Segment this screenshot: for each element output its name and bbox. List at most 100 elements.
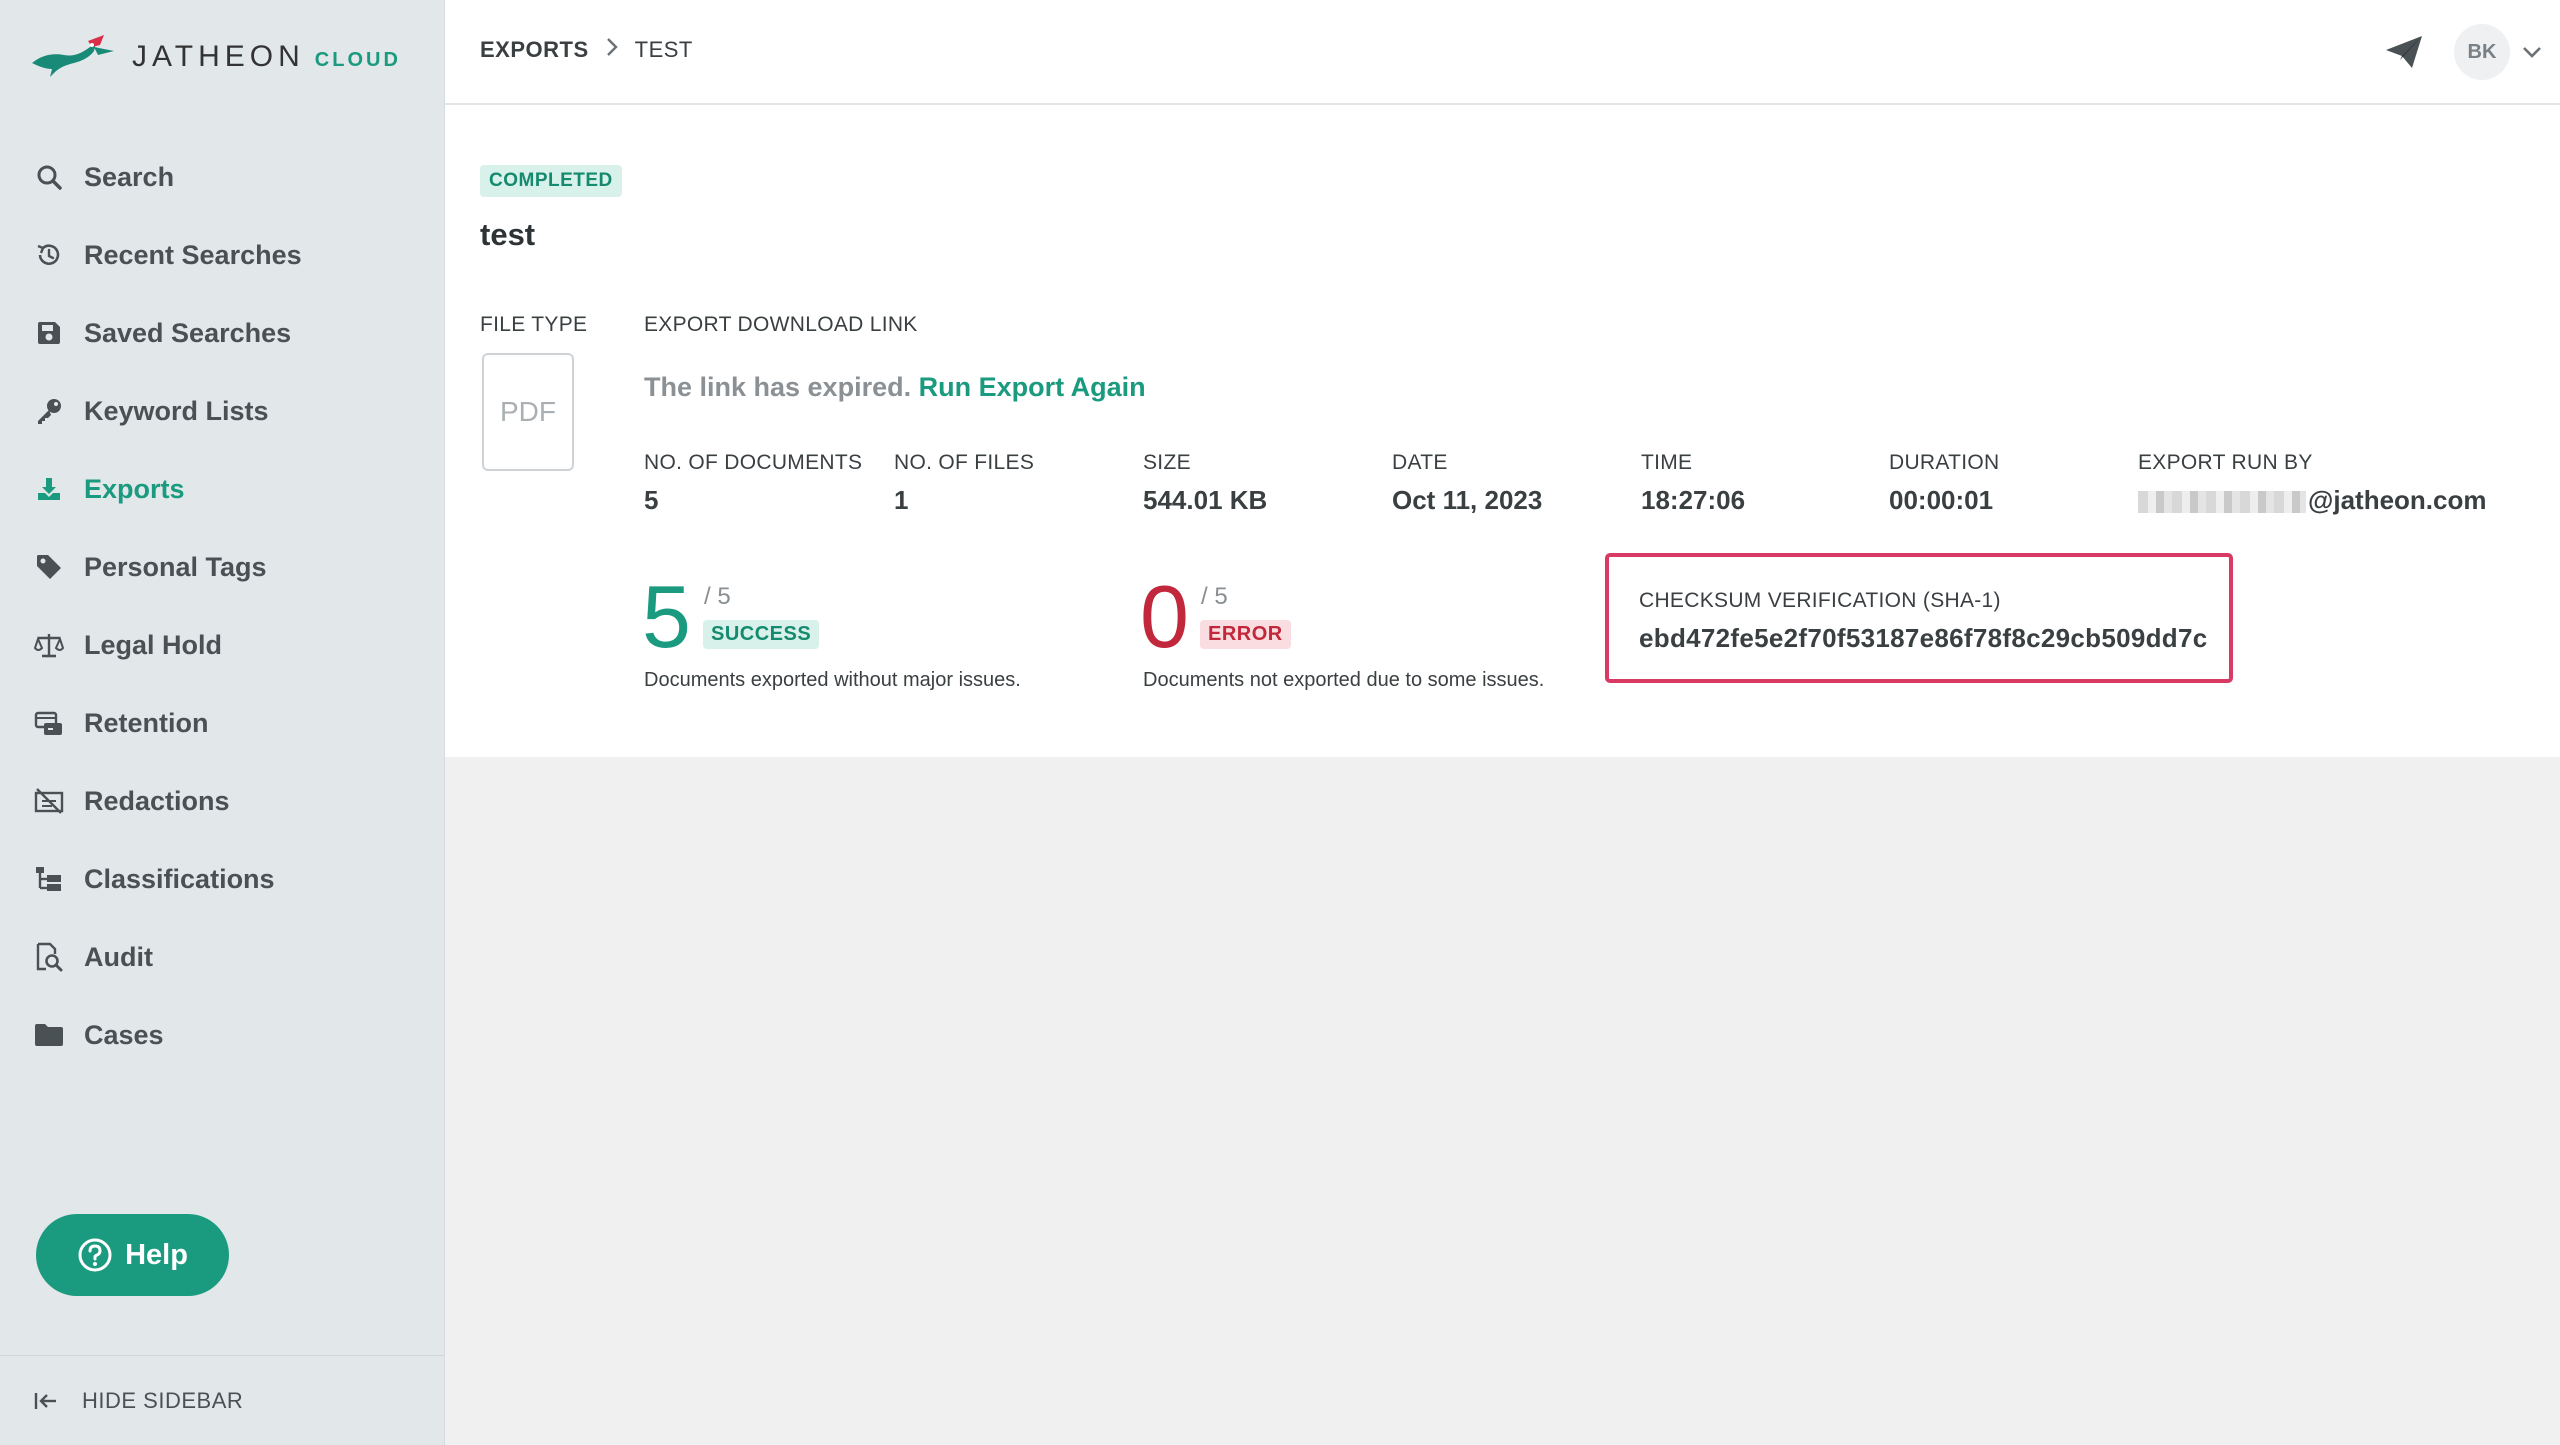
hide-sidebar-label: HIDE SIDEBAR xyxy=(82,1387,244,1413)
error-description: Documents not exported due to some issue… xyxy=(1143,669,1545,691)
export-detail-panel: COMPLETED test FILE TYPE PDF EXPORT DOWN… xyxy=(445,105,2560,757)
sidebar-item-saved-searches[interactable]: Saved Searches xyxy=(0,294,444,372)
key-icon xyxy=(34,396,64,426)
stat-duration: DURATION 00:00:01 xyxy=(1889,451,2000,516)
sidebar-item-search[interactable]: Search xyxy=(0,138,444,216)
avatar[interactable]: BK xyxy=(2454,24,2510,80)
error-badge: ERROR xyxy=(1200,620,1291,649)
chevron-right-icon xyxy=(605,36,619,64)
stat-value: 00:00:01 xyxy=(1889,485,1994,515)
redacted-email-user xyxy=(2138,491,2306,514)
breadcrumb: EXPORTS TEST xyxy=(480,36,693,64)
brand-suffix: CLOUD xyxy=(314,49,401,71)
retention-icon xyxy=(34,708,64,738)
hide-sidebar-button[interactable]: HIDE SIDEBAR xyxy=(0,1355,444,1445)
sidebar-item-exports[interactable]: Exports xyxy=(0,450,444,528)
link-expired-text: The link has expired. xyxy=(644,372,912,402)
top-header: EXPORTS TEST BK xyxy=(445,0,2560,105)
chevron-down-icon[interactable] xyxy=(2522,45,2542,59)
stat-value-run-by: @jatheon.com xyxy=(2138,485,2486,516)
sidebar-item-label: Exports xyxy=(84,473,185,504)
checksum-label: CHECKSUM VERIFICATION (SHA-1) xyxy=(1639,589,2001,612)
page-title: test xyxy=(480,217,536,252)
stat-run-by: EXPORT RUN BY @jatheon.com xyxy=(2138,451,2486,516)
stat-time: TIME 18:27:06 xyxy=(1641,451,1745,516)
sidebar-item-cases[interactable]: Cases xyxy=(0,996,444,1074)
header-actions: BK xyxy=(2384,24,2542,80)
stat-label: TIME xyxy=(1641,451,1693,474)
sidebar: JATHEON CLOUD Search Recent Searches Save… xyxy=(0,0,445,1445)
sidebar-item-legal-hold[interactable]: Legal Hold xyxy=(0,606,444,684)
sidebar-item-redactions[interactable]: Redactions xyxy=(0,762,444,840)
sidebar-item-label: Retention xyxy=(84,707,209,738)
breadcrumb-current: TEST xyxy=(634,37,693,62)
brand-logo[interactable]: JATHEON CLOUD xyxy=(30,30,401,84)
checksum-highlight-box: CHECKSUM VERIFICATION (SHA-1) ebd472fe5e… xyxy=(1605,553,2233,683)
sidebar-item-label: Keyword Lists xyxy=(84,395,269,426)
stat-value: 18:27:06 xyxy=(1641,485,1746,515)
sidebar-item-audit[interactable]: Audit xyxy=(0,918,444,996)
stat-label: NO. OF DOCUMENTS xyxy=(644,451,863,474)
app-root: JATHEON CLOUD Search Recent Searches Save… xyxy=(0,0,2560,1445)
stat-value: 5 xyxy=(644,485,659,515)
stat-label: NO. OF FILES xyxy=(894,451,1035,474)
success-count: 5 xyxy=(642,567,691,666)
classification-icon xyxy=(34,864,64,894)
sidebar-item-personal-tags[interactable]: Personal Tags xyxy=(0,528,444,606)
history-icon xyxy=(34,240,64,270)
help-label: Help xyxy=(125,1238,188,1271)
stat-documents: NO. OF DOCUMENTS 5 xyxy=(644,451,862,516)
sidebar-nav: Search Recent Searches Saved Searches Ke… xyxy=(0,138,444,1074)
folder-icon xyxy=(34,1020,64,1050)
help-button[interactable]: Help xyxy=(36,1214,229,1296)
floppy-disk-icon xyxy=(34,318,64,348)
sidebar-item-label: Audit xyxy=(84,941,153,972)
question-circle-icon xyxy=(78,1238,112,1272)
sidebar-item-label: Saved Searches xyxy=(84,317,292,348)
sidebar-item-label: Search xyxy=(84,161,175,192)
sidebar-item-label: Legal Hold xyxy=(84,629,223,660)
stat-value: 544.01 KB xyxy=(1143,485,1268,515)
stat-value: 1 xyxy=(894,485,909,515)
checksum-value: ebd472fe5e2f70f53187e86f78f8c29cb509dd7c xyxy=(1639,623,2208,653)
sidebar-item-label: Redactions xyxy=(84,785,230,816)
download-link-status: The link has expired. Run Export Again xyxy=(644,372,1146,403)
stat-label: EXPORT RUN BY xyxy=(2138,451,2313,474)
stat-label: DATE xyxy=(1392,451,1448,474)
sidebar-item-label: Classifications xyxy=(84,863,275,894)
file-type-value: PDF xyxy=(500,396,556,427)
sidebar-item-keyword-lists[interactable]: Keyword Lists xyxy=(0,372,444,450)
download-icon xyxy=(34,474,64,504)
audit-icon xyxy=(34,942,64,972)
redaction-icon xyxy=(34,786,64,816)
send-icon[interactable] xyxy=(2384,34,2424,70)
success-badge: SUCCESS xyxy=(703,620,820,649)
sidebar-item-classifications[interactable]: Classifications xyxy=(0,840,444,918)
stat-files: NO. OF FILES 1 xyxy=(894,451,1034,516)
sidebar-item-label: Cases xyxy=(84,1019,164,1050)
success-total: / 5 xyxy=(704,583,731,610)
brand-name: JATHEON CLOUD xyxy=(132,40,401,73)
breadcrumb-exports[interactable]: EXPORTS xyxy=(480,37,589,63)
error-total: / 5 xyxy=(1201,583,1228,610)
file-type-label: FILE TYPE xyxy=(480,313,588,336)
stat-label: DURATION xyxy=(1889,451,2000,474)
sidebar-item-label: Recent Searches xyxy=(84,239,302,270)
tag-icon xyxy=(34,552,64,582)
stat-date: DATE Oct 11, 2023 xyxy=(1392,451,1542,516)
sidebar-item-retention[interactable]: Retention xyxy=(0,684,444,762)
sidebar-item-recent-searches[interactable]: Recent Searches xyxy=(0,216,444,294)
run-export-again-link[interactable]: Run Export Again xyxy=(919,372,1146,402)
stat-value: Oct 11, 2023 xyxy=(1392,485,1543,515)
status-badge: COMPLETED xyxy=(480,165,622,197)
scales-icon xyxy=(34,630,64,660)
download-link-label: EXPORT DOWNLOAD LINK xyxy=(644,313,918,336)
search-icon xyxy=(34,162,64,192)
collapse-left-icon xyxy=(34,1392,56,1409)
file-type-pdf-icon: PDF xyxy=(482,353,574,471)
stat-label: SIZE xyxy=(1143,451,1191,474)
stat-size: SIZE 544.01 KB xyxy=(1143,451,1267,516)
success-description: Documents exported without major issues. xyxy=(644,669,1021,691)
lizard-logo-icon xyxy=(32,35,114,77)
error-count: 0 xyxy=(1140,567,1189,666)
